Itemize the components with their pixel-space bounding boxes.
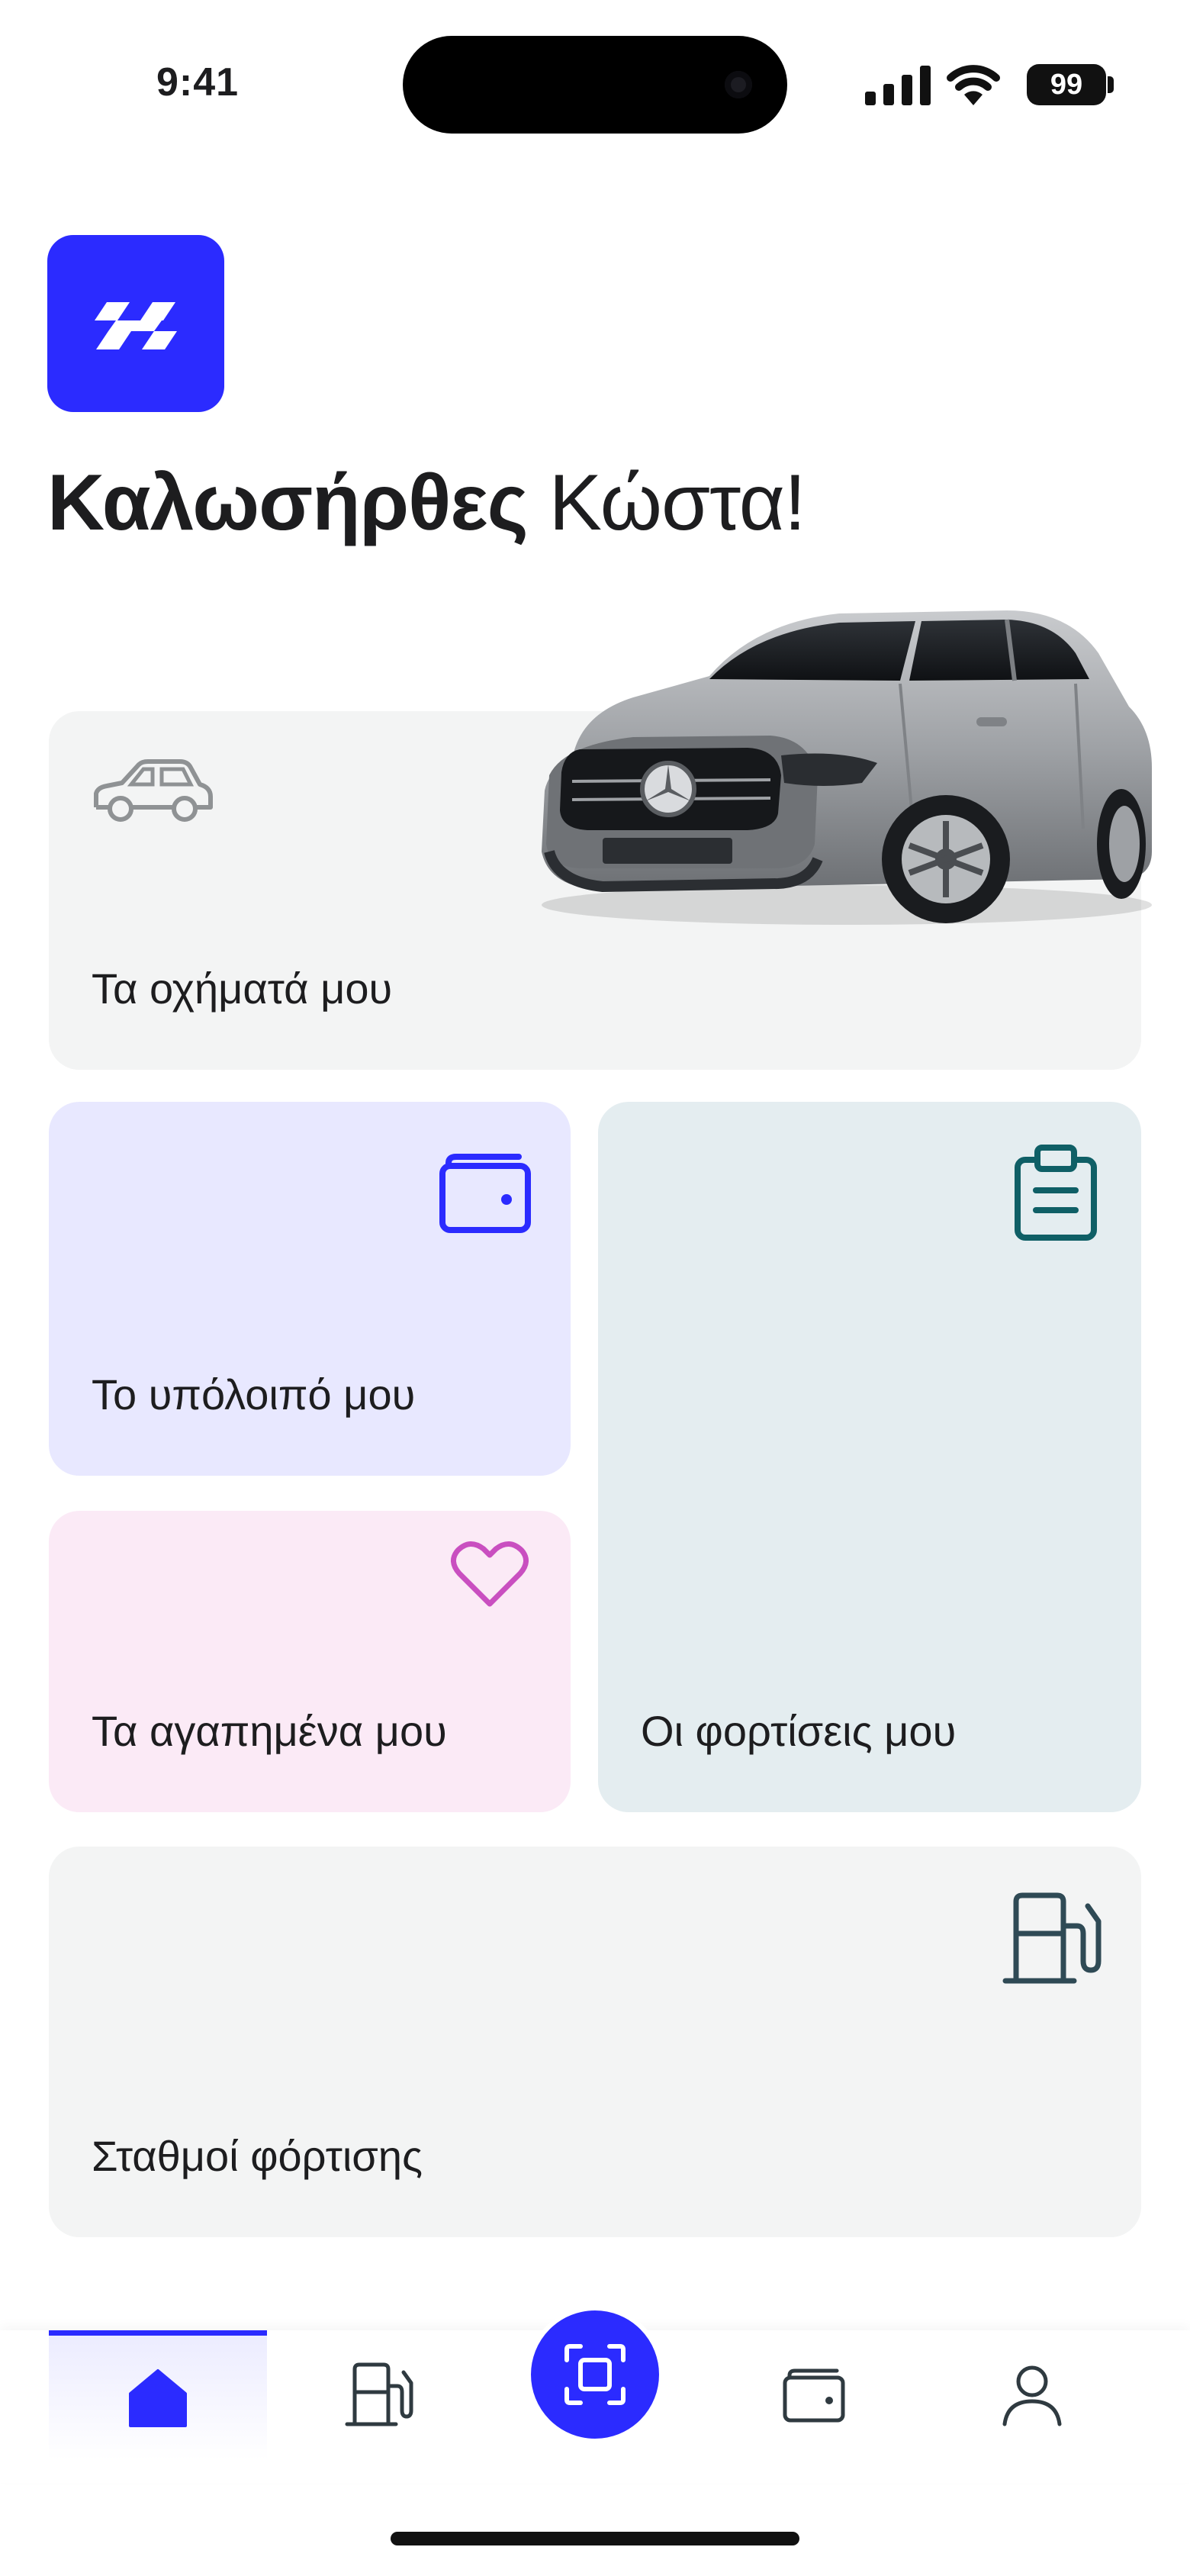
my-balance-card[interactable]: Το υπόλοιπό μου xyxy=(49,1102,571,1476)
home-icon xyxy=(129,2368,187,2427)
wallet-icon xyxy=(439,1154,531,1233)
heart-icon xyxy=(451,1541,529,1607)
nav-home[interactable] xyxy=(49,2330,267,2460)
wallet-icon xyxy=(783,2368,845,2423)
my-charges-card[interactable]: Οι φορτίσεις μου xyxy=(598,1102,1141,1812)
scan-icon xyxy=(564,2344,626,2405)
battery-tip xyxy=(1108,76,1114,93)
user-name: Κώστα! xyxy=(548,459,806,547)
my-charges-label: Οι φορτίσεις μου xyxy=(641,1707,957,1755)
page-title: Καλωσήρθες Κώστα! xyxy=(47,458,806,549)
clipboard-icon xyxy=(1015,1145,1097,1241)
vehicle-image xyxy=(542,610,1152,925)
my-favorites-card[interactable]: Τα αγαπημένα μου xyxy=(49,1511,571,1812)
camera-icon xyxy=(725,71,752,98)
greeting-text: Καλωσήρθες xyxy=(47,459,529,547)
nav-stations[interactable] xyxy=(270,2330,488,2460)
charging-stations-card[interactable]: Σταθμοί φόρτισης xyxy=(49,1847,1141,2237)
my-vehicles-label: Τα οχήματά μου xyxy=(92,964,393,1013)
user-icon xyxy=(1002,2365,1062,2426)
my-balance-label: Το υπόλοιπό μου xyxy=(92,1370,416,1418)
status-time: 9:41 xyxy=(156,60,240,105)
brand-logo-icon xyxy=(47,235,224,412)
my-favorites-label: Τα αγαπημένα μου xyxy=(92,1707,447,1755)
fuel-pump-icon xyxy=(1002,1892,1102,1984)
dynamic-island xyxy=(403,36,787,134)
charging-stations-label: Σταθμοί φόρτισης xyxy=(92,2132,423,2180)
cellular-signal-icon xyxy=(865,66,931,105)
nav-wallet[interactable] xyxy=(705,2330,923,2460)
battery-level: 99 xyxy=(1027,64,1106,105)
home-indicator xyxy=(391,2532,799,2545)
nav-profile[interactable] xyxy=(923,2330,1141,2460)
wifi-icon xyxy=(947,65,1000,105)
fuel-pump-icon xyxy=(345,2362,413,2426)
scan-button[interactable] xyxy=(526,2306,664,2443)
car-icon xyxy=(94,759,213,822)
